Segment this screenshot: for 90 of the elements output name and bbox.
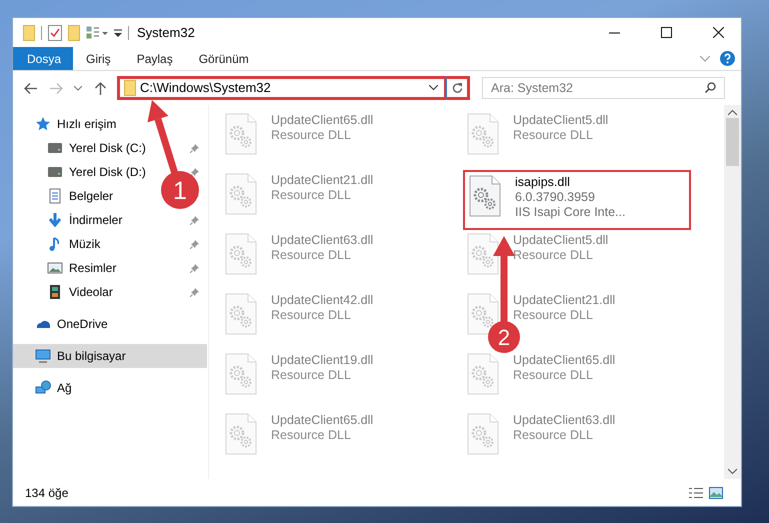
dropdown-icon[interactable] bbox=[429, 85, 438, 91]
pin-icon[interactable] bbox=[190, 168, 199, 176]
file-detail: Resource DLL bbox=[271, 128, 352, 143]
up-arrow-icon bbox=[94, 82, 106, 94]
pin-icon[interactable] bbox=[190, 216, 199, 224]
file-detail: Resource DLL bbox=[513, 308, 594, 323]
file-name: UpdateClient65.dll bbox=[513, 353, 616, 368]
item-count: 134 öğe bbox=[25, 484, 68, 502]
pin-icon[interactable] bbox=[190, 264, 199, 272]
file-detail: Resource DLL bbox=[271, 248, 352, 263]
window-title: System32 bbox=[137, 24, 195, 42]
close-icon bbox=[712, 27, 724, 38]
file-detail: Resource DLL bbox=[513, 128, 594, 143]
file-detail: Resource DLL bbox=[513, 248, 594, 263]
scroll-down-icon[interactable] bbox=[728, 468, 737, 474]
file-name: isapips.dll bbox=[515, 175, 571, 190]
gear-file-icon bbox=[467, 353, 499, 395]
file-detail: Resource DLL bbox=[271, 428, 352, 443]
file-name: UpdateClient5.dll bbox=[513, 113, 608, 128]
properties-icon[interactable] bbox=[48, 24, 62, 40]
file-detail: Resource DLL bbox=[513, 368, 594, 383]
gear-file-icon bbox=[225, 293, 257, 335]
file-name: UpdateClient63.dll bbox=[513, 413, 616, 428]
file-name: UpdateClient5.dll bbox=[513, 233, 608, 248]
scrollbar[interactable] bbox=[724, 105, 741, 479]
file-name: UpdateClient42.dll bbox=[271, 293, 374, 308]
ribbon-tab[interactable]: Paylaş bbox=[124, 47, 186, 70]
file-detail: IIS Isapi Core Inte... bbox=[515, 205, 626, 220]
drive-icon bbox=[47, 140, 63, 156]
nav-item[interactable]: Bu bilgisayar bbox=[13, 344, 207, 368]
folder-icon bbox=[124, 80, 136, 96]
gear-file-icon bbox=[225, 413, 257, 455]
nav-item[interactable]: Resimler bbox=[13, 256, 207, 280]
gear-file-icon bbox=[225, 353, 257, 395]
nav-item[interactable]: Ağ bbox=[13, 376, 207, 400]
pin-icon[interactable] bbox=[190, 240, 199, 248]
pin-icon[interactable] bbox=[190, 144, 199, 152]
scroll-up-icon[interactable] bbox=[728, 110, 737, 116]
ribbon-tab[interactable]: Dosya bbox=[13, 47, 74, 70]
file-detail: 6.0.3790.3959 bbox=[515, 190, 596, 205]
gear-file-icon bbox=[467, 233, 499, 275]
file-name: UpdateClient65.dll bbox=[271, 413, 374, 428]
file-detail: Resource DLL bbox=[271, 368, 352, 383]
help-icon[interactable] bbox=[720, 51, 735, 66]
file-item[interactable]: isapips.dll 6.0.3790.3959 IIS Isapi Core Inte... bbox=[463, 170, 691, 230]
large-icons-view-icon[interactable] bbox=[709, 486, 723, 498]
nav-item[interactable]: OneDrive bbox=[13, 312, 207, 336]
star-icon bbox=[35, 116, 51, 132]
scrollbar-thumb[interactable] bbox=[726, 118, 739, 166]
ribbon-tab[interactable]: Görünüm bbox=[186, 47, 262, 70]
file-detail: Resource DLL bbox=[271, 188, 352, 203]
refresh-icon bbox=[452, 82, 462, 94]
file-name: UpdateClient65.dll bbox=[271, 113, 374, 128]
pin-icon[interactable] bbox=[190, 288, 199, 296]
back-arrow-icon bbox=[24, 82, 36, 94]
nav-item[interactable]: Müzik bbox=[13, 232, 207, 256]
document-icon bbox=[47, 188, 63, 204]
file-detail: Resource DLL bbox=[271, 308, 352, 323]
picture-icon bbox=[47, 260, 63, 276]
film-icon bbox=[47, 284, 63, 300]
file-name: UpdateClient21.dll bbox=[271, 173, 374, 188]
search-icon bbox=[705, 82, 716, 93]
file-name: UpdateClient19.dll bbox=[271, 353, 374, 368]
refresh-button[interactable] bbox=[446, 76, 470, 100]
file-name: UpdateClient63.dll bbox=[271, 233, 374, 248]
gear-file-icon bbox=[467, 413, 499, 455]
view-options-icon[interactable] bbox=[86, 26, 108, 40]
file-detail: Resource DLL bbox=[513, 428, 594, 443]
maximize-icon bbox=[660, 27, 672, 38]
nav-item[interactable]: İndirmeler bbox=[13, 208, 207, 232]
expand-ribbon-icon[interactable] bbox=[700, 56, 710, 62]
download-arrow-icon bbox=[47, 212, 63, 228]
file-name: UpdateClient21.dll bbox=[513, 293, 616, 308]
customize-toolbar-icon[interactable] bbox=[114, 28, 122, 36]
drive-icon bbox=[47, 164, 63, 180]
gear-file-icon bbox=[225, 173, 257, 215]
address-bar[interactable]: C:\Windows\System32 bbox=[117, 76, 447, 100]
gear-file-icon bbox=[467, 113, 499, 155]
chevron-down-icon bbox=[74, 86, 82, 90]
forward-arrow-icon bbox=[50, 82, 62, 94]
search-field[interactable]: Ara: System32 bbox=[482, 77, 725, 99]
ribbon-tab[interactable]: Giriş bbox=[73, 47, 124, 70]
network-icon bbox=[35, 380, 51, 396]
details-view-icon[interactable] bbox=[689, 486, 703, 498]
gear-file-icon bbox=[225, 233, 257, 275]
nav-item[interactable]: Videolar bbox=[13, 280, 207, 304]
gear-file-icon bbox=[467, 293, 499, 335]
gear-file-icon bbox=[469, 175, 501, 217]
monitor-icon bbox=[35, 348, 51, 364]
gear-file-icon bbox=[225, 113, 257, 155]
